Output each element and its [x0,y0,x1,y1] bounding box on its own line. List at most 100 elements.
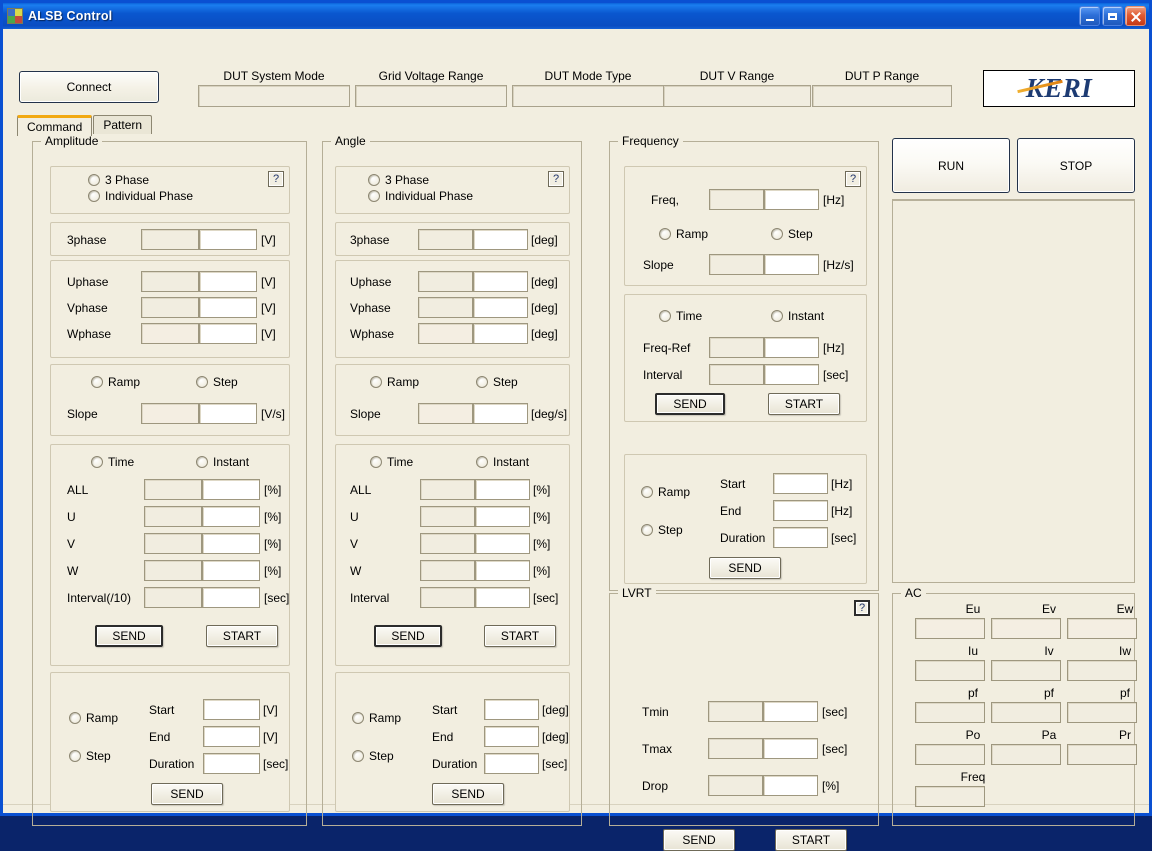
frequency-sweep-duration-input[interactable] [773,527,828,548]
angle-radio-step[interactable]: Step [476,375,518,389]
lvrt-tmin-input[interactable] [763,701,818,722]
angle-radio-time[interactable]: Time [370,455,413,469]
angle-time-start-button[interactable]: START [484,625,556,647]
angle-radio-individual-label: Individual Phase [385,189,474,203]
angle-w-input[interactable] [475,560,530,581]
run-button[interactable]: RUN [892,138,1010,193]
amplitude-sweep-radio-step[interactable]: Step [69,749,111,763]
frequency-interval-input[interactable] [764,364,819,385]
angle-vphase-input[interactable] [473,297,528,318]
angle-time-send-button[interactable]: SEND [374,625,442,647]
maximize-button[interactable] [1102,6,1123,26]
amplitude-radio-individual[interactable]: Individual Phase [88,189,193,203]
amplitude-u-input[interactable] [202,506,260,527]
angle-3phase-label: 3phase [350,233,390,247]
angle-radio-instant[interactable]: Instant [476,455,529,469]
minimize-button[interactable] [1079,6,1100,26]
angle-slope-input[interactable] [473,403,528,424]
amplitude-time-send-button[interactable]: SEND [95,625,163,647]
amplitude-sweep-start-input[interactable] [203,699,260,720]
angle-interval-readout [420,587,475,608]
amplitude-help-icon[interactable]: ? [268,171,284,187]
amplitude-uphase-input[interactable] [199,271,257,292]
angle-interval-input[interactable] [475,587,530,608]
amplitude-radio-time[interactable]: Time [91,455,134,469]
frequency-sweep-radio-ramp[interactable]: Ramp [641,485,690,499]
close-button[interactable] [1125,6,1146,26]
dut-system-mode-value[interactable] [198,85,350,107]
angle-all-input[interactable] [475,479,530,500]
frequency-time-start-button[interactable]: START [768,393,840,415]
angle-help-icon[interactable]: ? [548,171,564,187]
amplitude-radio-3phase[interactable]: 3 Phase [88,173,149,187]
angle-radio-ramp[interactable]: Ramp [370,375,419,389]
angle-u-input[interactable] [475,506,530,527]
amplitude-radio-instant[interactable]: Instant [196,455,249,469]
frequency-radio-instant[interactable]: Instant [771,309,824,323]
lvrt-help-icon[interactable]: ? [854,600,870,616]
angle-sweep-duration-input[interactable] [484,753,539,774]
frequency-radio-time[interactable]: Time [659,309,702,323]
amplitude-all-input[interactable] [202,479,260,500]
frequency-freq-input[interactable] [764,189,819,210]
radio-dot-icon [368,190,380,202]
amplitude-sweep-send-button[interactable]: SEND [151,783,223,805]
amplitude-interval-input[interactable] [202,587,260,608]
amplitude-w-input[interactable] [202,560,260,581]
amplitude-time-instant-panel: Time Instant ALL [%] U [%] V [%] W [%] I… [50,444,290,666]
amplitude-sweep-end-input[interactable] [203,726,260,747]
angle-sweep-send-button[interactable]: SEND [432,783,504,805]
grid-voltage-range-value[interactable] [355,85,507,107]
lvrt-drop-input[interactable] [763,775,818,796]
tab-pattern[interactable]: Pattern [93,115,153,134]
amplitude-radio-step[interactable]: Step [196,375,238,389]
frequency-radio-ramp[interactable]: Ramp [659,227,708,241]
frequency-radio-step-label: Step [788,227,813,241]
dut-mode-type-value[interactable] [512,85,664,107]
amplitude-radio-ramp[interactable]: Ramp [91,375,140,389]
frequency-freq-ref-input[interactable] [764,337,819,358]
angle-v-input[interactable] [475,533,530,554]
amplitude-time-start-button[interactable]: START [206,625,278,647]
amplitude-vphase-input[interactable] [199,297,257,318]
frequency-sweep-end-input[interactable] [773,500,828,521]
dut-v-range-value[interactable] [663,85,811,107]
amplitude-slope-input[interactable] [199,403,257,424]
frequency-sweep-send-button[interactable]: SEND [709,557,781,579]
connect-button[interactable]: Connect [19,71,159,103]
angle-radio-individual[interactable]: Individual Phase [368,189,473,203]
lvrt-start-button[interactable]: START [775,829,847,851]
lvrt-tmax-input[interactable] [763,738,818,759]
dut-mode-type-label: DUT Mode Type [544,69,632,83]
frequency-sweep-end-label: End [720,504,742,518]
tab-command[interactable]: Command [17,115,93,136]
lvrt-send-button[interactable]: SEND [663,829,735,851]
log-output-area[interactable] [892,199,1135,583]
amplitude-3phase-input[interactable] [199,229,257,250]
angle-v-unit: [%] [533,537,551,551]
dut-p-range-value[interactable] [812,85,952,107]
frequency-sweep-start-input[interactable] [773,473,828,494]
amplitude-v-input[interactable] [202,533,260,554]
frequency-radio-step[interactable]: Step [771,227,813,241]
amplitude-wphase-input[interactable] [199,323,257,344]
frequency-slope-input[interactable] [764,254,819,275]
angle-sweep-end-input[interactable] [484,726,539,747]
angle-sweep-radio-step[interactable]: Step [352,749,394,763]
angle-uphase-input[interactable] [473,271,528,292]
angle-sweep-radio-ramp[interactable]: Ramp [352,711,401,725]
title-bar: ALSB Control [3,3,1149,29]
angle-radio-3phase[interactable]: 3 Phase [368,173,429,187]
frequency-sweep-radio-step[interactable]: Step [641,523,683,537]
lvrt-tmin-unit: [sec] [822,705,848,719]
amplitude-sweep-duration-input[interactable] [203,753,260,774]
frequency-help-icon[interactable]: ? [845,171,861,187]
angle-sweep-start-input[interactable] [484,699,539,720]
frequency-time-send-button[interactable]: SEND [655,393,725,415]
angle-3phase-input[interactable] [473,229,528,250]
angle-wphase-input[interactable] [473,323,528,344]
ac-value-eu [915,618,985,639]
stop-button[interactable]: STOP [1017,138,1135,193]
amplitude-sweep-radio-ramp[interactable]: Ramp [69,711,118,725]
angle-slope-readout [418,403,473,424]
